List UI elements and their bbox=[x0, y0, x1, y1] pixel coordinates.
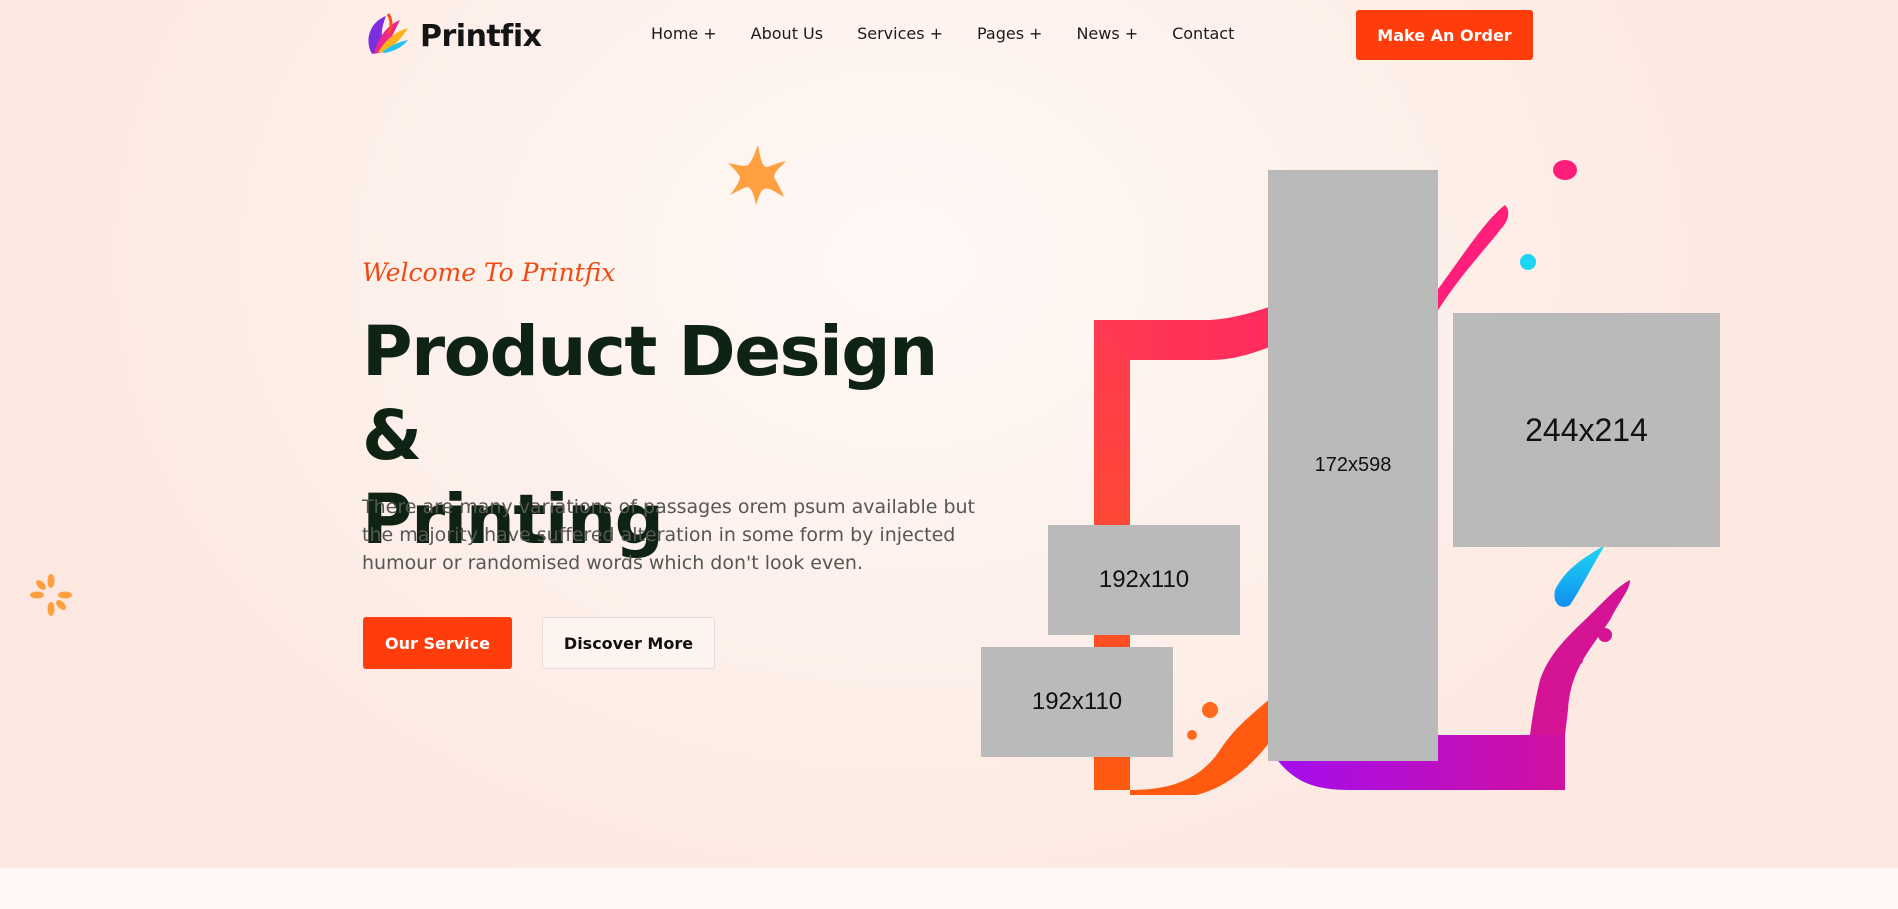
nav-label: Contact bbox=[1172, 24, 1235, 43]
image-placeholder-small-bottom: 192x110 bbox=[981, 647, 1173, 757]
nav-label: About Us bbox=[750, 24, 824, 43]
plus-icon: + bbox=[1029, 24, 1043, 43]
flower-icon bbox=[30, 574, 72, 616]
hero-title-line1: Product Design & bbox=[362, 312, 938, 476]
nav-item-news[interactable]: News + bbox=[1076, 24, 1138, 43]
hero-subtitle: Welcome To Printfix bbox=[362, 258, 616, 287]
feather-logo-icon bbox=[368, 13, 408, 54]
nav-label: Home bbox=[651, 24, 699, 43]
brand-logo[interactable]: Printfix bbox=[362, 10, 542, 62]
main-nav: Home + About Us Services + Pages + News + Co… bbox=[651, 24, 1268, 43]
placeholder-size-label: 192x110 bbox=[1031, 688, 1123, 715]
make-order-button[interactable]: Make An Order bbox=[1356, 10, 1533, 60]
plus-icon: + bbox=[929, 24, 943, 43]
nav-label: News bbox=[1076, 24, 1120, 43]
star-icon bbox=[728, 145, 786, 205]
next-section-strip bbox=[0, 868, 1898, 909]
hero-description: There are many variations of passages or… bbox=[362, 496, 976, 574]
our-service-button[interactable]: Our Service bbox=[363, 617, 512, 669]
nav-item-contact[interactable]: Contact bbox=[1172, 24, 1234, 43]
placeholder-size-label: 192x110 bbox=[1098, 566, 1190, 593]
nav-item-home[interactable]: Home + bbox=[651, 24, 717, 43]
nav-item-about[interactable]: About Us bbox=[751, 24, 823, 43]
placeholder-size-label: 172x598 bbox=[1314, 454, 1392, 476]
nav-label: Pages bbox=[976, 24, 1025, 43]
nav-label: Services bbox=[857, 24, 925, 43]
placeholder-size-label: 244x214 bbox=[1525, 411, 1648, 448]
brand-name: Printfix bbox=[420, 18, 542, 54]
discover-more-button[interactable]: Discover More bbox=[542, 617, 715, 669]
image-placeholder-tall: 172x598 bbox=[1268, 170, 1438, 761]
nav-item-pages[interactable]: Pages + bbox=[977, 24, 1042, 43]
plus-icon: + bbox=[1124, 24, 1139, 43]
image-placeholder-wide: 244x214 bbox=[1453, 313, 1720, 547]
image-placeholder-small-top: 192x110 bbox=[1048, 525, 1240, 635]
nav-item-services[interactable]: Services + bbox=[857, 24, 943, 43]
plus-icon: + bbox=[703, 24, 717, 43]
